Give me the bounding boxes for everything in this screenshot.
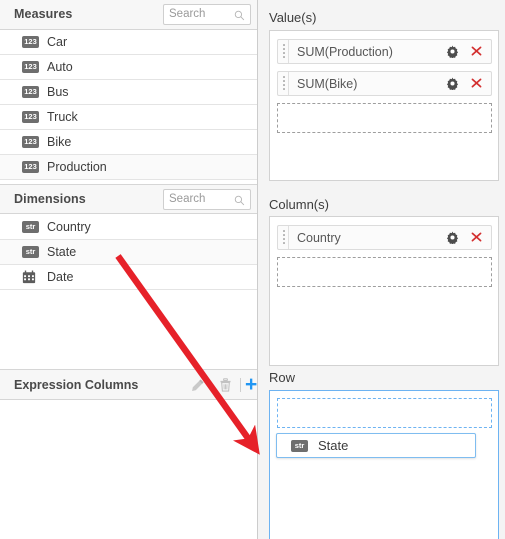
- measure-label: Bus: [47, 85, 69, 99]
- search-icon: [234, 195, 245, 206]
- drag-handle-icon[interactable]: [278, 226, 289, 249]
- string-badge-icon: str: [22, 221, 39, 233]
- value-chip-sum-bike[interactable]: SUM(Bike): [277, 71, 492, 96]
- dimensions-list: str Country str State Date: [0, 215, 257, 366]
- drag-handle-icon[interactable]: [278, 40, 289, 63]
- measure-label: Production: [47, 160, 107, 174]
- close-icon[interactable]: [470, 76, 483, 90]
- drag-handle-icon[interactable]: [278, 72, 289, 95]
- number-badge-icon: 123: [22, 111, 39, 123]
- columns-zone-label: Column(s): [269, 197, 329, 212]
- expression-columns-header: Expression Columns +: [0, 369, 257, 400]
- expression-columns-title: Expression Columns: [14, 378, 139, 392]
- measure-row-car[interactable]: 123 Car: [0, 30, 257, 55]
- search-icon: [234, 10, 245, 21]
- values-drop-placeholder[interactable]: [277, 103, 492, 133]
- dimension-label: Country: [47, 220, 91, 234]
- pencil-icon[interactable]: [190, 378, 205, 393]
- toolbar-divider: [240, 378, 241, 392]
- dimensions-search-box[interactable]: [163, 189, 251, 210]
- measure-row-production[interactable]: 123 Production: [0, 155, 257, 180]
- measures-list: 123 Car 123 Auto 123 Bus 123 Truck 123 B…: [0, 30, 257, 180]
- row-drop-placeholder[interactable]: [277, 398, 492, 428]
- number-badge-icon: 123: [22, 136, 39, 148]
- column-chip-country[interactable]: Country: [277, 225, 492, 250]
- measure-row-bike[interactable]: 123 Bike: [0, 130, 257, 155]
- value-chip-sum-production[interactable]: SUM(Production): [277, 39, 492, 64]
- close-icon[interactable]: [470, 44, 483, 58]
- dimensions-empty-space: [0, 290, 257, 366]
- value-chip-label: SUM(Bike): [297, 77, 358, 91]
- dragged-field-label: State: [318, 438, 349, 453]
- field-list-panel: Measures 123 Car 123 Auto 123 Bus: [0, 0, 258, 539]
- gear-icon[interactable]: [446, 231, 459, 244]
- number-badge-icon: 123: [22, 161, 39, 173]
- trash-icon[interactable]: [218, 377, 233, 393]
- dimension-row-state[interactable]: str State: [0, 240, 257, 265]
- columns-drop-placeholder[interactable]: [277, 257, 492, 287]
- measure-label: Bike: [47, 135, 72, 149]
- measure-row-auto[interactable]: 123 Auto: [0, 55, 257, 80]
- plus-icon[interactable]: +: [245, 374, 257, 395]
- number-badge-icon: 123: [22, 61, 39, 73]
- measure-label: Auto: [47, 60, 73, 74]
- expression-columns-body: [0, 400, 257, 539]
- dragged-field-state[interactable]: str State: [276, 433, 476, 458]
- dimension-row-country[interactable]: str Country: [0, 215, 257, 240]
- measures-search-box[interactable]: [163, 4, 251, 25]
- measure-row-truck[interactable]: 123 Truck: [0, 105, 257, 130]
- dimension-label: State: [47, 245, 77, 259]
- close-icon[interactable]: [470, 230, 483, 244]
- pivot-field-configuration-screen: Measures 123 Car 123 Auto 123 Bus: [0, 0, 505, 539]
- column-chip-label: Country: [297, 231, 341, 245]
- string-badge-icon: str: [22, 246, 39, 258]
- pivot-zones-panel: Value(s) SUM(Production) SUM(Bike) Colum…: [265, 0, 505, 539]
- dimension-row-date[interactable]: Date: [0, 265, 257, 290]
- calendar-icon: [22, 270, 36, 284]
- measures-section-header: Measures: [0, 0, 257, 30]
- measure-label: Truck: [47, 110, 78, 124]
- dimensions-search-input[interactable]: [169, 193, 231, 205]
- measure-label: Car: [47, 35, 68, 49]
- string-badge-icon: str: [291, 440, 308, 452]
- dimensions-section-header: Dimensions: [0, 184, 257, 214]
- columns-drop-zone[interactable]: Country: [269, 216, 499, 366]
- dimension-label: Date: [47, 270, 74, 284]
- measures-title: Measures: [14, 7, 73, 21]
- gear-icon[interactable]: [446, 45, 459, 58]
- value-chip-label: SUM(Production): [297, 45, 393, 59]
- row-drop-zone[interactable]: [269, 390, 499, 539]
- row-zone-label: Row: [269, 370, 296, 385]
- number-badge-icon: 123: [22, 86, 39, 98]
- measures-search-input[interactable]: [169, 8, 231, 20]
- measure-row-bus[interactable]: 123 Bus: [0, 80, 257, 105]
- dimensions-title: Dimensions: [14, 192, 86, 206]
- values-drop-zone[interactable]: SUM(Production) SUM(Bike): [269, 30, 499, 181]
- gear-icon[interactable]: [446, 77, 459, 90]
- number-badge-icon: 123: [22, 36, 39, 48]
- values-zone-label: Value(s): [269, 10, 317, 25]
